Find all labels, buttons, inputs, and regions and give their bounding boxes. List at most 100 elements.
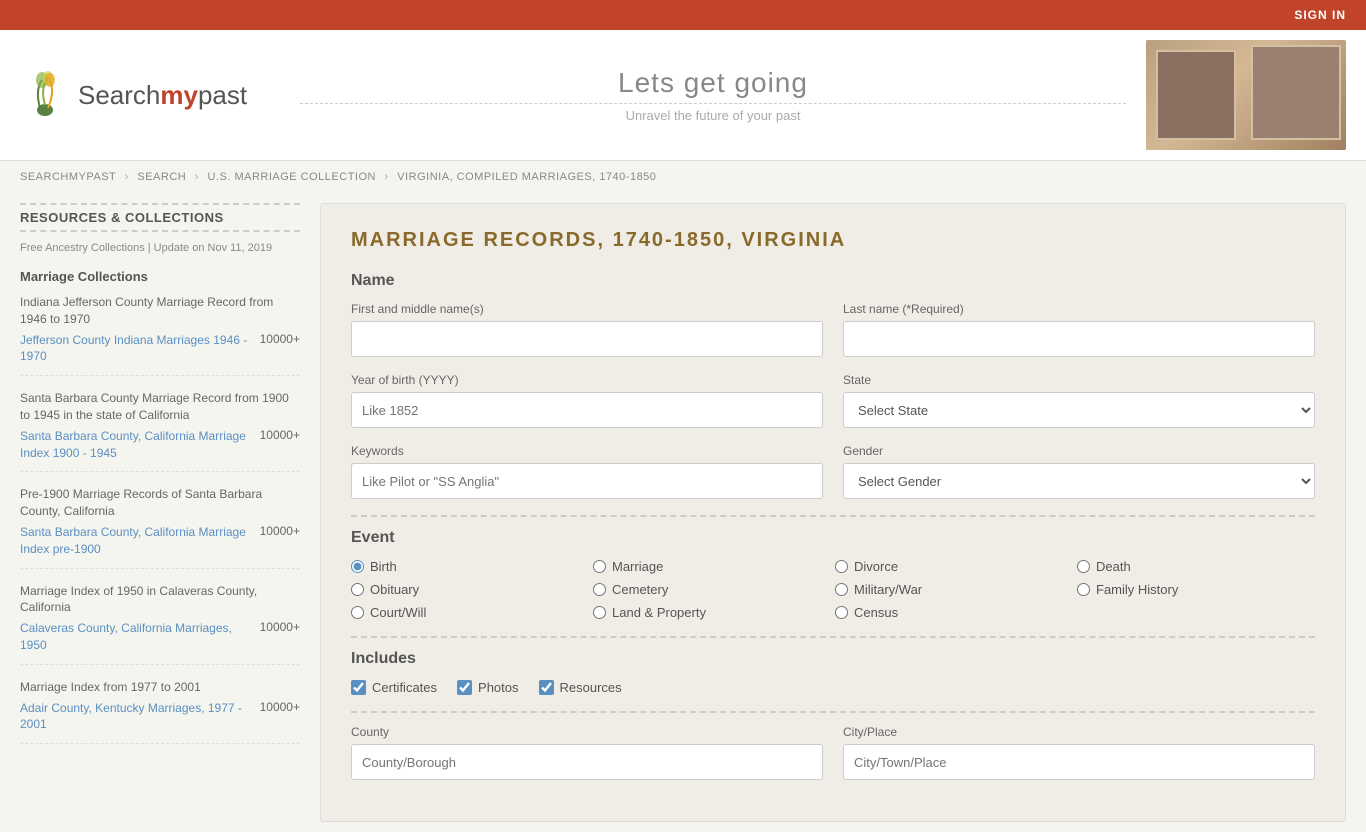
last-name-input[interactable] [843,321,1315,357]
gender-label: Gender [843,444,1315,458]
event-death[interactable]: Death [1077,559,1315,574]
event-marriage-radio[interactable] [593,560,606,573]
event-military-radio[interactable] [835,583,848,596]
sidebar-section-title: RESOURCES & COLLECTIONS [20,203,300,232]
event-military-label: Military/War [854,582,922,597]
includes-section: Includes Certificates Photos Resources [351,650,1315,695]
keywords-input[interactable] [351,463,823,499]
photo-2 [1251,45,1341,140]
includes-resources[interactable]: Resources [539,680,622,695]
event-radio-grid: Birth Marriage Divorce Death Obituary [351,559,1315,620]
last-name-label: Last name (*Required) [843,302,1315,316]
list-item: Marriage Index from 1977 to 2001 10000+ … [20,679,300,744]
sidebar-item-desc: Pre-1900 Marriage Records of Santa Barba… [20,486,300,520]
resources-label: Resources [560,680,622,695]
sidebar-item-link[interactable]: Santa Barbara County, California Marriag… [20,429,246,460]
event-census-radio[interactable] [835,606,848,619]
list-item: Indiana Jefferson County Marriage Record… [20,294,300,376]
event-divorce-radio[interactable] [835,560,848,573]
breadcrumb-sep-0: › [125,171,129,183]
top-bar: SIGN IN [0,0,1366,30]
photos-label: Photos [478,680,518,695]
event-census[interactable]: Census [835,605,1073,620]
event-census-label: Census [854,605,898,620]
breadcrumb-item-1[interactable]: SEARCH [137,171,186,183]
breadcrumb-item-3[interactable]: VIRGINIA, COMPILED MARRIAGES, 1740-1850 [397,171,656,183]
event-marriage-label: Marriage [612,559,663,574]
logo-area: Searchmypast [20,70,300,120]
photos-checkbox[interactable] [457,680,472,695]
breadcrumb-item-0[interactable]: SEARCHMYPAST [20,171,116,183]
event-court-will-radio[interactable] [351,606,364,619]
event-section-label: Event [351,529,1315,547]
keywords-group: Keywords [351,444,823,499]
includes-section-label: Includes [351,650,1315,668]
sidebar-item-count: 10000+ [260,700,300,714]
list-item: Santa Barbara County Marriage Record fro… [20,390,300,472]
event-divorce-label: Divorce [854,559,898,574]
event-court-will[interactable]: Court/Will [351,605,589,620]
includes-photos[interactable]: Photos [457,680,518,695]
event-death-radio[interactable] [1077,560,1090,573]
yob-input[interactable] [351,392,823,428]
first-name-input[interactable] [351,321,823,357]
event-birth[interactable]: Birth [351,559,589,574]
list-item: Marriage Index of 1950 in Calaveras Coun… [20,583,300,665]
event-military[interactable]: Military/War [835,582,1073,597]
resources-checkbox[interactable] [539,680,554,695]
city-group: City/Place [843,725,1315,780]
sidebar-item-link[interactable]: Santa Barbara County, California Marriag… [20,525,246,556]
breadcrumb-sep-2: › [385,171,389,183]
event-obituary[interactable]: Obituary [351,582,589,597]
sidebar-item-count: 10000+ [260,620,300,634]
sidebar-item-count: 10000+ [260,524,300,538]
location-row: County City/Place [351,725,1315,780]
event-family-history[interactable]: Family History [1077,582,1315,597]
city-label: City/Place [843,725,1315,739]
breadcrumb-item-2[interactable]: U.S. MARRIAGE COLLECTION [208,171,376,183]
event-cemetery-radio[interactable] [593,583,606,596]
sidebar-item-link[interactable]: Adair County, Kentucky Marriages, 1977 -… [20,701,242,732]
event-family-history-radio[interactable] [1077,583,1090,596]
yob-group: Year of birth (YYYY) [351,373,823,428]
event-land-property-radio[interactable] [593,606,606,619]
event-obituary-label: Obituary [370,582,419,597]
sidebar-category: Marriage Collections [20,269,300,284]
state-select[interactable]: Select State AlabamaAlaskaArizona Arkans… [843,392,1315,428]
certificates-label: Certificates [372,680,437,695]
signin-link[interactable]: SIGN IN [1294,8,1346,22]
event-section: Event Birth Marriage Divorce Death [351,529,1315,620]
last-name-group: Last name (*Required) [843,302,1315,357]
gender-select[interactable]: Select Gender Male Female [843,463,1315,499]
sidebar-item-desc: Marriage Index of 1950 in Calaveras Coun… [20,583,300,617]
first-name-group: First and middle name(s) [351,302,823,357]
year-state-row: Year of birth (YYYY) State Select State … [351,373,1315,428]
sidebar-item-link[interactable]: Jefferson County Indiana Marriages 1946 … [20,333,247,364]
event-court-will-label: Court/Will [370,605,426,620]
sidebar-item-desc: Marriage Index from 1977 to 2001 [20,679,300,696]
subheadline: Unravel the future of your past [300,103,1126,123]
sidebar-item-count: 10000+ [260,428,300,442]
headline: Lets get going [300,67,1126,99]
event-land-property[interactable]: Land & Property [593,605,831,620]
gender-group: Gender Select Gender Male Female [843,444,1315,499]
keywords-gender-row: Keywords Gender Select Gender Male Femal… [351,444,1315,499]
sidebar-item-link[interactable]: Calaveras County, California Marriages, … [20,621,232,652]
event-obituary-radio[interactable] [351,583,364,596]
header: Searchmypast Lets get going Unravel the … [0,30,1366,161]
event-cemetery[interactable]: Cemetery [593,582,831,597]
county-input[interactable] [351,744,823,780]
event-family-history-label: Family History [1096,582,1178,597]
certificates-checkbox[interactable] [351,680,366,695]
event-divorce[interactable]: Divorce [835,559,1073,574]
breadcrumb-sep-1: › [195,171,199,183]
sidebar-item-desc: Santa Barbara County Marriage Record fro… [20,390,300,424]
city-input[interactable] [843,744,1315,780]
includes-certificates[interactable]: Certificates [351,680,437,695]
sidebar-item-desc: Indiana Jefferson County Marriage Record… [20,294,300,328]
event-marriage[interactable]: Marriage [593,559,831,574]
breadcrumb: SEARCHMYPAST › SEARCH › U.S. MARRIAGE CO… [0,161,1366,193]
keywords-label: Keywords [351,444,823,458]
event-birth-radio[interactable] [351,560,364,573]
photo-collage [1146,40,1346,150]
